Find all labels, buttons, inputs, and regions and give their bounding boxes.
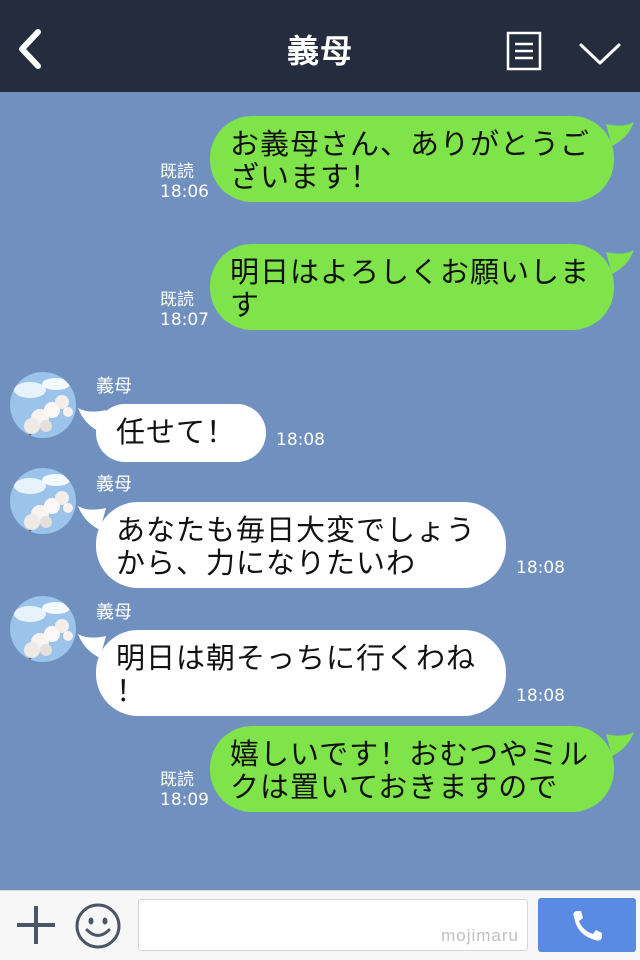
bubble-tail	[78, 634, 106, 658]
list-icon	[506, 31, 542, 71]
incoming-message-bubble[interactable]: 明日は朝そっちに行くわね ！	[78, 630, 506, 716]
message-time: 18:08	[516, 686, 565, 706]
cherry-blossom-avatar-image	[10, 372, 76, 438]
message-line: 任せて！	[116, 415, 237, 449]
add-attachment-button[interactable]	[14, 903, 58, 947]
collapse-button[interactable]	[578, 40, 622, 68]
incoming-message-bubble[interactable]: 任せて！	[78, 404, 266, 462]
message-meta: 既読 18:06	[160, 162, 209, 202]
message-time: 18:09	[160, 790, 209, 810]
message-list[interactable]: お義母さん、ありがとうご ざいます！ 既読 18:06 明日はよろしくお願いしま…	[0, 92, 640, 890]
incoming-message-bubble[interactable]: あなたも毎日大変でしょう から、力になりたいわ	[78, 502, 506, 588]
smiley-icon	[75, 903, 121, 949]
message-meta: 既読 18:09	[160, 770, 209, 810]
message-meta: 既読 18:07	[160, 290, 209, 330]
avatar[interactable]	[10, 596, 76, 662]
sender-name: 義母	[96, 474, 132, 495]
call-button[interactable]	[538, 898, 636, 952]
message-time: 18:08	[276, 430, 325, 450]
chevron-down-icon	[579, 43, 621, 65]
menu-button[interactable]	[506, 31, 542, 71]
message-line: 明日はよろしくお願いしま	[230, 255, 591, 289]
phone-icon	[573, 911, 602, 941]
bubble-tail	[78, 408, 106, 432]
bubble-tail	[78, 506, 106, 530]
avatar[interactable]	[10, 372, 76, 438]
cherry-blossom-avatar-image	[10, 596, 76, 662]
chat-title: 義母	[286, 32, 353, 70]
message-time: 18:06	[160, 182, 209, 202]
chat-header: 義母	[0, 0, 640, 92]
read-receipt: 既読	[160, 290, 194, 310]
message-line: クは置いておきますので	[230, 770, 559, 804]
sender-name: 義母	[96, 376, 132, 397]
message-line: お義母さん、ありがとうご	[230, 127, 591, 161]
read-receipt: 既読	[160, 770, 194, 790]
message-line: す	[230, 288, 261, 322]
read-receipt: 既読	[160, 162, 194, 182]
sender-name: 義母	[96, 602, 132, 623]
emoji-button[interactable]	[74, 902, 122, 950]
message-line: 明日は朝そっちに行くわね	[116, 641, 477, 675]
message-line: あなたも毎日大変でしょう	[116, 513, 477, 547]
outgoing-message-bubble[interactable]: 嬉しいです！おむつやミル クは置いておきますので	[210, 726, 634, 812]
bubble-tail	[606, 250, 634, 274]
bubble-tail	[606, 732, 634, 756]
avatar[interactable]	[10, 468, 76, 534]
outgoing-message-bubble[interactable]: お義母さん、ありがとうご ざいます！	[210, 116, 634, 202]
bubble-tail	[606, 122, 634, 146]
message-time: 18:08	[516, 558, 565, 578]
message-line: ざいます！	[230, 160, 381, 194]
message-line: ！	[116, 674, 147, 708]
message-line: から、力になりたいわ	[116, 546, 417, 580]
message-time: 18:07	[160, 310, 209, 330]
message-line: 嬉しいです！おむつやミル	[230, 737, 590, 771]
plus-icon	[17, 906, 55, 944]
cherry-blossom-avatar-image	[10, 468, 76, 534]
message-input[interactable]: mojimaru	[138, 899, 528, 951]
watermark: mojimaru	[441, 926, 519, 945]
input-bar: mojimaru	[0, 890, 640, 960]
outgoing-message-bubble[interactable]: 明日はよろしくお願いしま す	[210, 244, 634, 330]
